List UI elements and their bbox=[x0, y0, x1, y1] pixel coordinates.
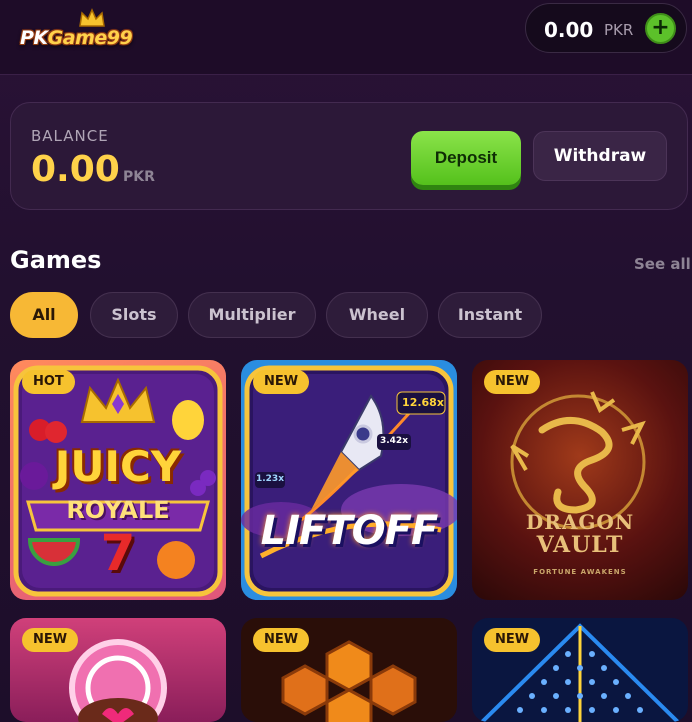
balance-amount: 0.00 bbox=[31, 149, 120, 190]
multiplier-label-low: 1.23x bbox=[255, 474, 284, 484]
withdraw-button[interactable]: Withdraw bbox=[533, 131, 667, 181]
chip-multiplier[interactable]: Multiplier bbox=[188, 292, 316, 338]
hot-badge: HOT bbox=[22, 370, 75, 394]
chip-slots[interactable]: Slots bbox=[90, 292, 178, 338]
game-card-juicy-royale[interactable]: HOT JUICY ROYALE 7 bbox=[10, 360, 226, 600]
new-badge: NEW bbox=[253, 628, 310, 652]
juicy-title: JUICY bbox=[54, 442, 182, 491]
lucky-seven: 7 bbox=[100, 524, 136, 582]
games-section-title: Games bbox=[10, 246, 102, 274]
game-card-plinko[interactable]: NEW bbox=[472, 618, 688, 722]
liftoff-title: LIFTOFF bbox=[260, 508, 439, 554]
new-badge: NEW bbox=[253, 370, 310, 394]
multiplier-label-mid: 3.42x bbox=[379, 436, 408, 446]
logo-wordmark: PKGame99 bbox=[20, 27, 133, 49]
vault-title: VAULT bbox=[536, 532, 624, 558]
crown-icon bbox=[79, 8, 105, 27]
game-card-liftoff[interactable]: NEW 12.68x 3.42x 1.23x LIFTOFF bbox=[241, 360, 457, 600]
game-card-dragon-vault[interactable]: NEW DRAGON VAULT FORTUNE AWAKENS bbox=[472, 360, 688, 600]
balance-card: BALANCE 0.00 PKR Deposit Withdraw bbox=[10, 102, 688, 210]
wallet-amount: 0.00 bbox=[544, 18, 594, 42]
chip-instant[interactable]: Instant bbox=[438, 292, 542, 338]
wallet-pill[interactable]: 0.00 PKR + bbox=[525, 3, 687, 53]
new-badge: NEW bbox=[484, 370, 541, 394]
dragon-title: DRAGON bbox=[525, 510, 635, 534]
plus-icon: + bbox=[651, 15, 670, 40]
chip-wheel[interactable]: Wheel bbox=[326, 292, 428, 338]
balance-currency: PKR bbox=[123, 169, 155, 185]
chip-all[interactable]: All bbox=[10, 292, 78, 338]
dragon-tagline: FORTUNE AWAKENS bbox=[533, 568, 627, 576]
top-bar: PKGame99 0.00 PKR + bbox=[0, 0, 692, 75]
dragon-vault-art bbox=[510, 391, 646, 530]
multiplier-label-top: 12.68x bbox=[402, 396, 444, 409]
game-card-hex[interactable]: NEW bbox=[241, 618, 457, 722]
new-badge: NEW bbox=[484, 628, 541, 652]
deposit-button[interactable]: Deposit bbox=[411, 131, 521, 185]
pkgame99-logo[interactable]: PKGame99 bbox=[20, 8, 170, 58]
balance-label: BALANCE bbox=[31, 127, 109, 145]
game-card-candy[interactable]: NEW bbox=[10, 618, 226, 722]
add-funds-button[interactable]: + bbox=[645, 13, 676, 44]
wallet-currency: PKR bbox=[604, 21, 634, 39]
see-all-link[interactable]: See all bbox=[634, 255, 691, 273]
new-badge: NEW bbox=[22, 628, 79, 652]
royale-title: ROYALE bbox=[66, 496, 170, 524]
